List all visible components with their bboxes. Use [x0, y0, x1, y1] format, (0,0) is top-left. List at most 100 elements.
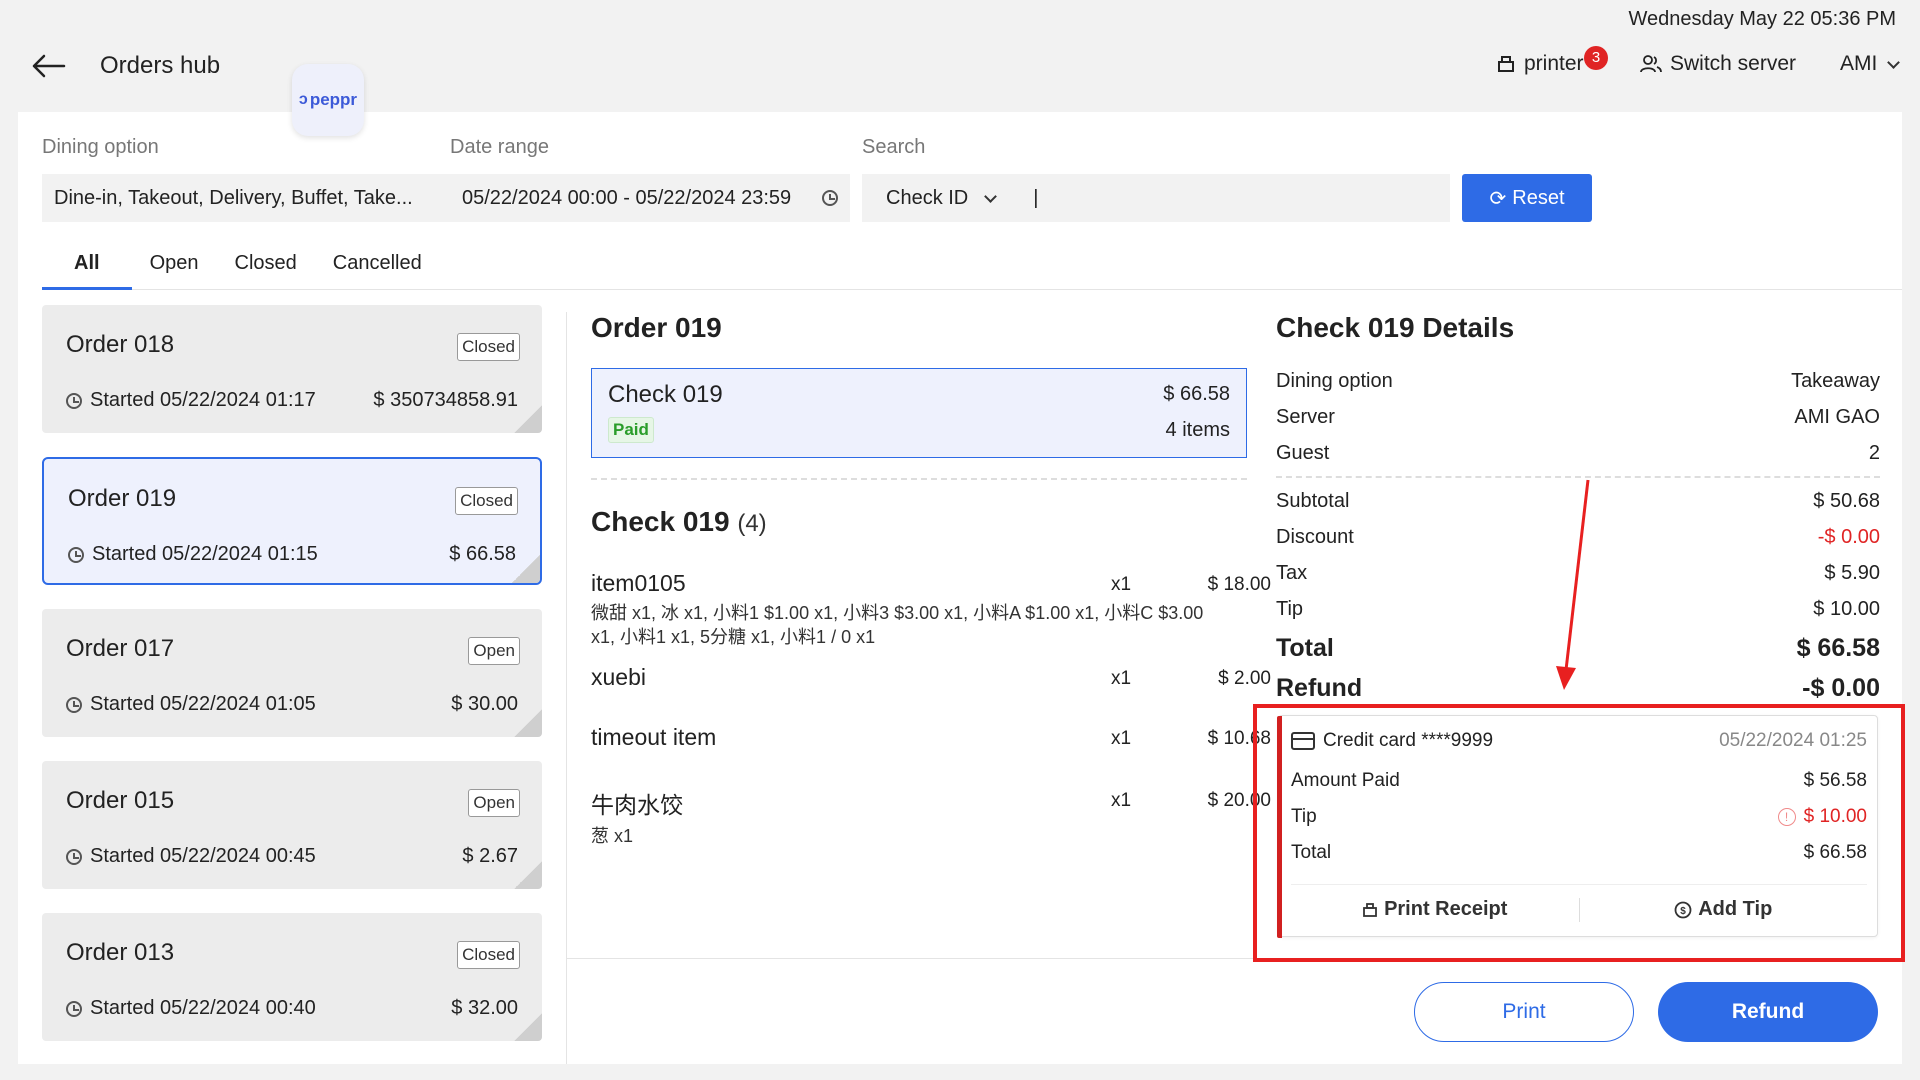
tab-closed[interactable]: Closed	[217, 238, 315, 290]
row-label: Server	[1276, 406, 1335, 428]
info-icon[interactable]: !	[1777, 808, 1796, 826]
switch-server-label: Switch server	[1670, 52, 1797, 75]
row-value: 2	[1868, 442, 1880, 464]
order-started: Started 05/22/2024 01:15	[68, 543, 318, 566]
reset-button[interactable]: ⟳ Reset	[1462, 174, 1592, 222]
row-value: $ 66.58	[1796, 634, 1880, 662]
tab-all[interactable]: All	[42, 238, 132, 290]
order-started: Started 05/22/2024 01:05	[66, 693, 316, 716]
check-items-title: Check 019 (4)	[591, 506, 767, 538]
status-tabs: All Open Closed Cancelled	[42, 238, 1902, 290]
svg-text:$: $	[1680, 906, 1686, 917]
credit-card-icon	[1291, 732, 1315, 750]
search-type-select[interactable]: Check ID	[886, 187, 998, 210]
order-card[interactable]: Order 019 Closed Started 05/22/2024 01:1…	[42, 457, 542, 585]
chevron-down-icon	[984, 189, 998, 203]
date-range-picker[interactable]: 05/22/2024 00:00 - 05/22/2024 23:59	[450, 174, 850, 222]
dining-option-select[interactable]: Dine-in, Takeout, Delivery, Buffet, Take…	[42, 174, 474, 222]
clock-icon	[68, 546, 84, 563]
line-item: item0105 x1 $ 18.00 微甜 x1, 冰 x1, 小料1 $1.…	[591, 570, 1271, 649]
payment-method-row: Credit card ****9999 05/22/2024 01:25	[1291, 730, 1867, 752]
add-tip-label: Add Tip	[1698, 898, 1773, 920]
print-receipt-button[interactable]: Print Receipt	[1291, 898, 1579, 921]
order-started-text: Started 05/22/2024 01:05	[90, 693, 316, 715]
date-range-value: 05/22/2024 00:00 - 05/22/2024 23:59	[462, 186, 792, 209]
main-panel: Dining option Dine-in, Takeout, Delivery…	[18, 112, 1902, 1064]
line-item: xuebi x1 $ 2.00	[591, 664, 1271, 691]
order-started: Started 05/22/2024 01:17	[66, 389, 316, 412]
refund-button[interactable]: Refund	[1658, 982, 1878, 1042]
dining-option-value: Dine-in, Takeout, Delivery, Buffet, Take…	[54, 186, 413, 209]
payment-datetime: 05/22/2024 01:25	[1719, 730, 1867, 751]
tip-row: Tip $ 10.00	[1276, 598, 1880, 621]
printer-button[interactable]: printer 3	[1496, 46, 1608, 76]
print-button[interactable]: Print	[1414, 982, 1634, 1042]
order-title: Order 019	[591, 312, 722, 343]
check-item-count: 4 items	[1165, 419, 1230, 441]
item-name: timeout item	[591, 724, 717, 750]
order-card[interactable]: Order 015 Open Started 05/22/2024 00:45 …	[42, 761, 542, 889]
order-started: Started 05/22/2024 00:40	[66, 997, 316, 1020]
row-value: $ 10.00	[1813, 598, 1880, 620]
payment-actions: Print Receipt $ Add Tip	[1291, 884, 1867, 934]
tab-open[interactable]: Open	[132, 238, 217, 290]
status-badge: Open	[468, 789, 520, 817]
row-value: $ 66.58	[1803, 842, 1867, 863]
back-arrow-icon[interactable]	[30, 50, 66, 82]
tab-cancelled[interactable]: Cancelled	[315, 238, 440, 290]
clock-icon	[66, 696, 82, 713]
user-menu[interactable]: AMI	[1840, 52, 1901, 76]
order-amount: $ 66.58	[449, 543, 516, 565]
search-label: Search	[862, 136, 926, 158]
order-started-text: Started 05/22/2024 01:15	[92, 543, 318, 565]
order-started-text: Started 05/22/2024 01:17	[90, 389, 316, 411]
switch-server-button[interactable]: Switch server	[1640, 52, 1796, 76]
order-name: Order 019	[68, 485, 177, 512]
payment-total-row: Total $ 66.58	[1291, 842, 1867, 864]
tax-row: Tax $ 5.90	[1276, 562, 1880, 585]
order-card[interactable]: Order 018 Closed Started 05/22/2024 01:1…	[42, 305, 542, 433]
order-name: Order 018	[66, 331, 175, 358]
order-card[interactable]: Order 017 Open Started 05/22/2024 01:05 …	[42, 609, 542, 737]
search-input[interactable]: |	[1033, 187, 1038, 210]
item-price: $ 2.00	[1218, 668, 1271, 689]
order-started: Started 05/22/2024 00:45	[66, 845, 316, 868]
item-qty: x1	[1111, 668, 1132, 689]
dining-option-label: Dining option	[42, 136, 159, 158]
peppr-logo: ↄ peppr	[292, 64, 364, 136]
item-price: $ 10.68	[1207, 728, 1271, 749]
status-badge: Open	[468, 637, 520, 665]
user-name: AMI	[1840, 52, 1878, 75]
page-curl-decoration	[514, 709, 542, 737]
payment-tip-row: Tip ! $ 10.00	[1291, 806, 1867, 828]
row-value: Takeaway	[1791, 370, 1880, 392]
row-label: Tax	[1276, 562, 1308, 584]
order-name: Order 017	[66, 635, 175, 662]
refund-row: Refund -$ 0.00	[1276, 674, 1880, 703]
subtotal-row: Subtotal $ 50.68	[1276, 490, 1880, 513]
status-badge: Closed	[457, 333, 520, 361]
printer-label: printer	[1524, 52, 1584, 75]
add-tip-button[interactable]: $ Add Tip	[1580, 898, 1868, 921]
row-label: Subtotal	[1276, 490, 1350, 512]
search-bar: Check ID |	[862, 174, 1450, 222]
check-amount: $ 66.58	[1163, 383, 1230, 405]
order-card[interactable]: Order 013 Closed Started 05/22/2024 00:4…	[42, 913, 542, 1041]
check-card[interactable]: Check 019 $ 66.58 Paid 4 items	[591, 368, 1247, 458]
item-modifiers: 葱 x1	[591, 826, 634, 846]
clock-icon	[66, 848, 82, 865]
payment-accent-bar	[1277, 716, 1282, 938]
check-details-title: Check 019 Details	[1276, 312, 1515, 343]
page-title: Orders hub	[100, 52, 221, 79]
printer-icon	[1363, 902, 1377, 917]
row-label: Guest	[1276, 442, 1330, 464]
row-label: Discount	[1276, 526, 1354, 548]
reset-label: Reset	[1512, 186, 1565, 209]
order-started-text: Started 05/22/2024 00:40	[90, 997, 316, 1019]
logo-text: peppr	[309, 90, 358, 109]
payment-card: Credit card ****9999 05/22/2024 01:25 Am…	[1277, 715, 1878, 938]
dashed-divider	[1276, 476, 1880, 478]
datetime: Wednesday May 22 05:36 PM	[1628, 8, 1896, 30]
row-value: -$ 0.00	[1802, 674, 1880, 702]
row-label: Tip	[1276, 598, 1304, 620]
